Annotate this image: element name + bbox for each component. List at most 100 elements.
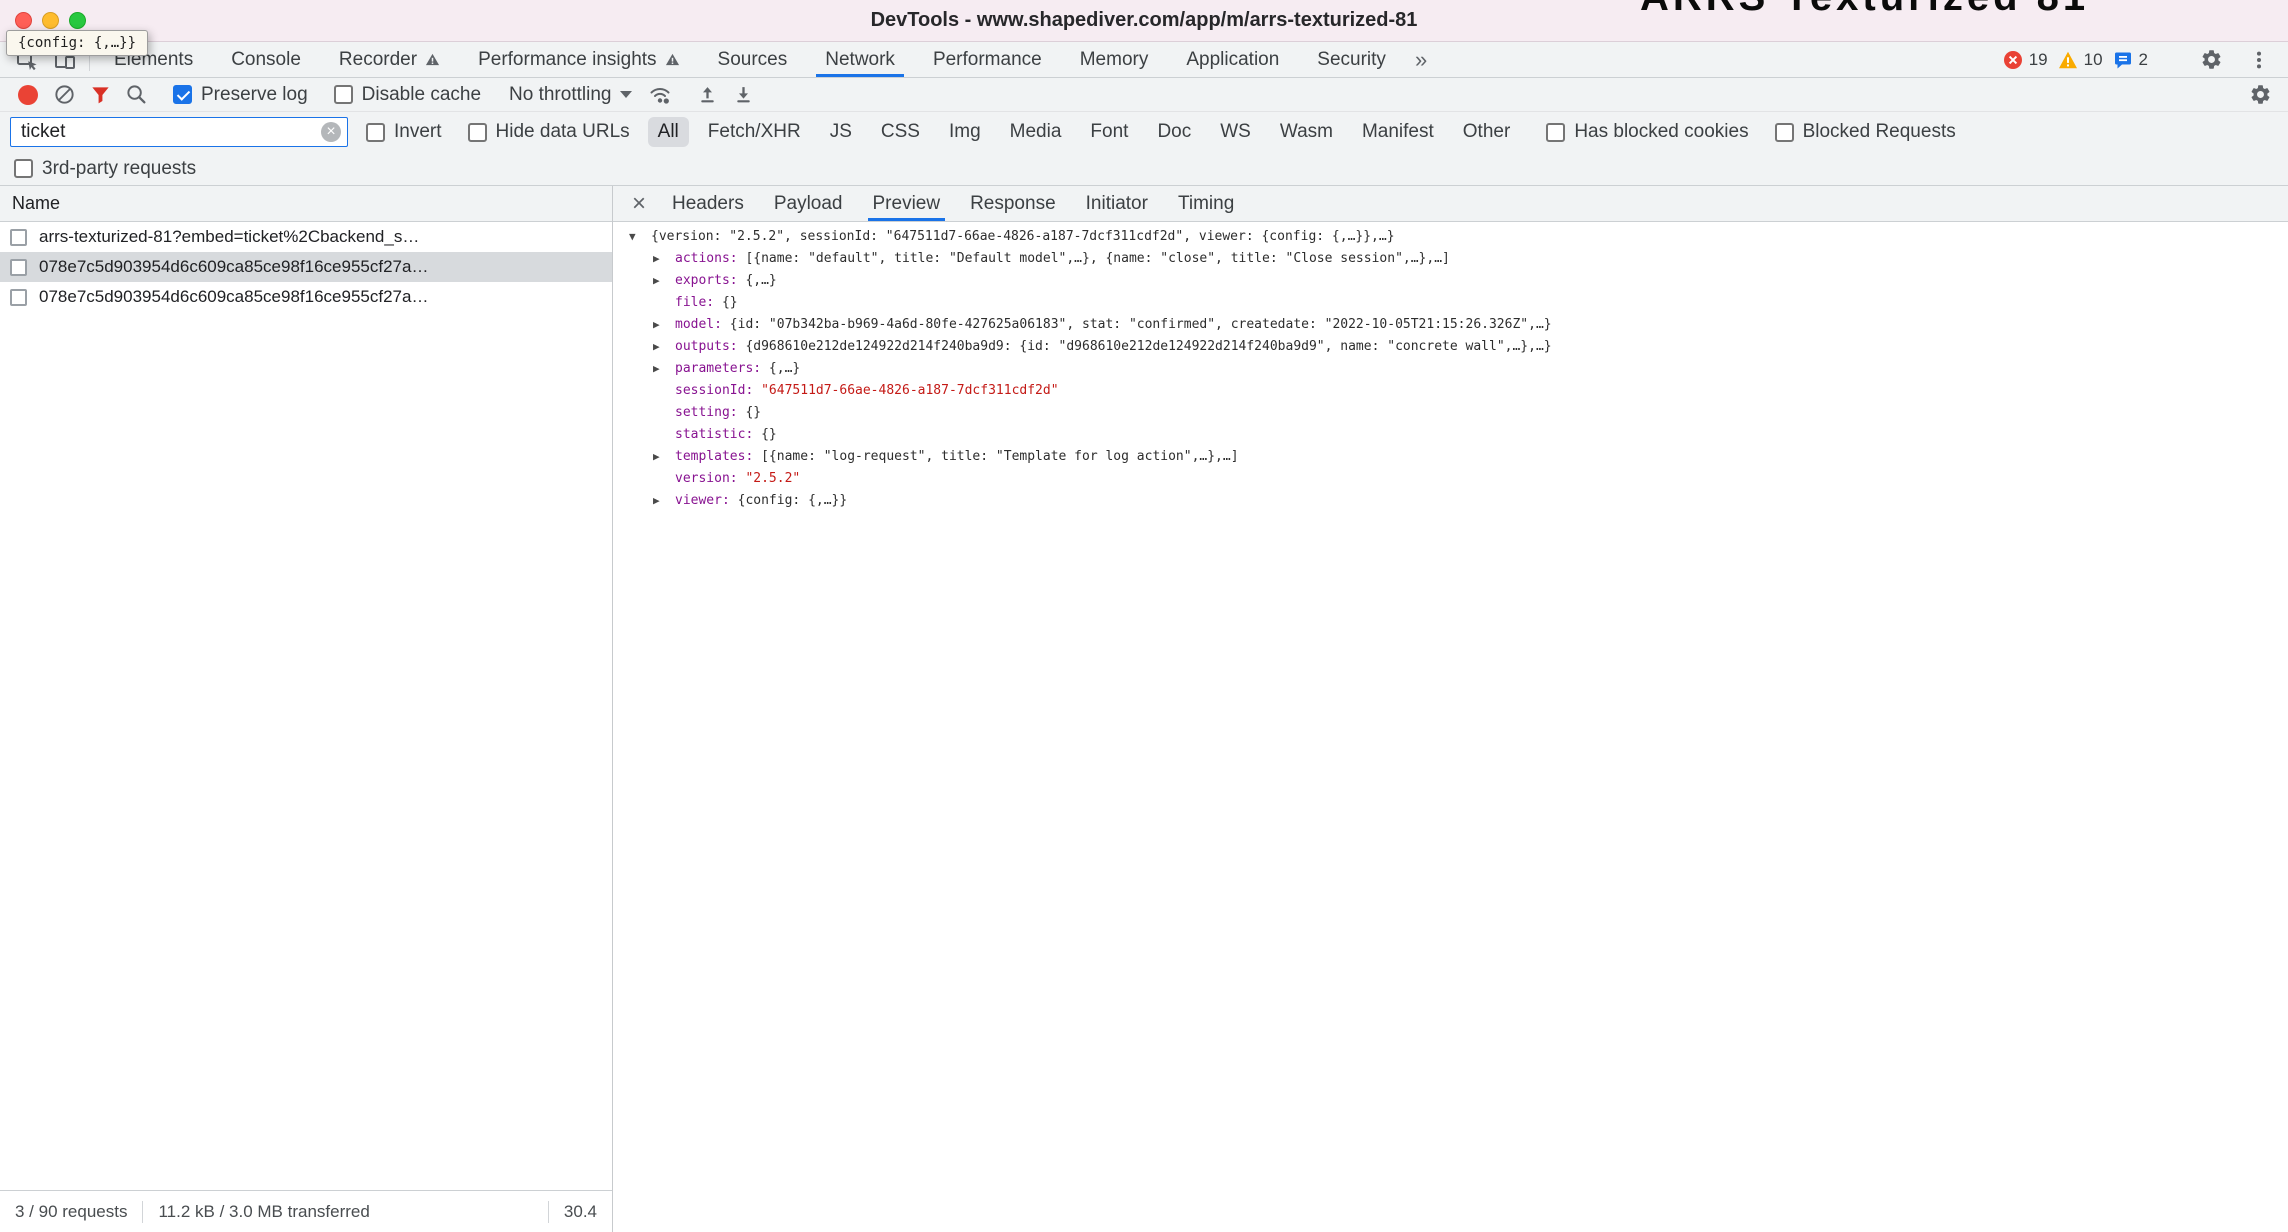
request-row[interactable]: arrs-texturized-81?embed=ticket%2Cbacken… [0,222,612,252]
network-conditions-button[interactable] [642,78,678,111]
experimental-feature-icon [665,52,680,67]
clear-filter-icon[interactable]: × [321,122,341,142]
filter-type-img[interactable]: Img [939,117,991,147]
request-row-selected[interactable]: 078e7c5d903954d6c609ca85ce98f16ce955cf27… [0,252,612,282]
checkbox-unchecked-icon [1546,123,1565,142]
preview-tree-line[interactable]: file: {} [613,292,2288,314]
preview-tree-line[interactable]: ▶parameters: {,…} [613,358,2288,380]
checkbox-unchecked-icon [14,159,33,178]
devtools-settings-button[interactable] [2192,48,2230,71]
disclosure-collapsed-icon[interactable]: ▶ [653,270,675,292]
close-detail-button[interactable]: × [621,186,657,221]
filter-type-ws[interactable]: WS [1210,117,1261,147]
filter-type-other[interactable]: Other [1453,117,1521,147]
minimize-window-button[interactable] [42,12,59,29]
filter-input[interactable] [10,117,348,147]
tab-memory[interactable]: Memory [1061,42,1168,77]
experimental-feature-icon [425,52,440,67]
json-value: [{name: "default", title: "Default model… [745,251,1449,266]
filter-type-wasm[interactable]: Wasm [1270,117,1343,147]
preview-tree-line[interactable]: ▶actions: [{name: "default", title: "Def… [613,248,2288,270]
filter-type-css[interactable]: CSS [871,117,930,147]
preview-tree-line[interactable]: statistic: {} [613,424,2288,446]
detail-tab-payload[interactable]: Payload [759,186,858,221]
tab-console[interactable]: Console [212,42,320,77]
preview-tree-root[interactable]: ▼{version: "2.5.2", sessionId: "647511d7… [613,226,2288,248]
request-type-icon [10,229,27,246]
zoom-window-button[interactable] [69,12,86,29]
preview-tree-line[interactable]: ▶exports: {,…} [613,270,2288,292]
json-key: exports: [675,273,738,288]
preview-tree-line[interactable]: version: "2.5.2" [613,468,2288,490]
close-window-button[interactable] [15,12,32,29]
disclosure-expanded-icon[interactable]: ▼ [629,226,651,248]
import-har-button[interactable] [689,78,725,111]
disclosure-collapsed-icon[interactable]: ▶ [653,358,675,380]
detail-tab-response[interactable]: Response [955,186,1071,221]
preview-tree-line[interactable]: ▶outputs: {d968610e212de124922d214f240ba… [613,336,2288,358]
tab-sources[interactable]: Sources [699,42,807,77]
name-column-header[interactable]: Name [0,186,612,222]
throttling-dropdown[interactable]: No throttling [499,84,642,106]
filter-type-manifest[interactable]: Manifest [1352,117,1444,147]
detail-tab-preview[interactable]: Preview [858,186,956,221]
preview-tree-line[interactable]: sessionId: "647511d7-66ae-4826-a187-7dcf… [613,380,2288,402]
disable-cache-checkbox[interactable]: Disable cache [334,84,481,106]
has-blocked-cookies-checkbox[interactable]: Has blocked cookies [1546,121,1748,143]
filter-type-js[interactable]: JS [820,117,862,147]
disclosure-collapsed-icon[interactable]: ▶ [653,490,675,512]
json-key: file: [675,295,714,310]
network-settings-button[interactable] [2242,78,2278,111]
json-value: {} [745,405,761,420]
tab-performance-insights[interactable]: Performance insights [459,42,698,77]
export-har-button[interactable] [725,78,761,111]
third-party-requests-checkbox[interactable]: 3rd-party requests [14,158,196,180]
filter-type-font[interactable]: Font [1080,117,1138,147]
devtools-menu-button[interactable] [2240,49,2278,71]
disclosure-collapsed-icon[interactable]: ▶ [653,248,675,270]
tab-recorder[interactable]: Recorder [320,42,459,77]
tab-network[interactable]: Network [806,42,914,77]
preserve-log-checkbox[interactable]: Preserve log [173,84,308,106]
disclosure-collapsed-icon[interactable]: ▶ [653,314,675,336]
blocked-requests-checkbox[interactable]: Blocked Requests [1775,121,1956,143]
hide-data-urls-checkbox[interactable]: Hide data URLs [468,121,630,143]
json-key: actions: [675,251,738,266]
json-key: templates: [675,449,753,464]
tab-performance[interactable]: Performance [914,42,1061,77]
preview-tree-line[interactable]: ▶viewer: {config: {,…}} [613,490,2288,512]
filter-type-media[interactable]: Media [1000,117,1072,147]
window-title: DevTools - www.shapediver.com/app/m/arrs… [871,9,1418,32]
invert-checkbox[interactable]: Invert [366,121,442,143]
kebab-menu-icon [2248,49,2270,71]
disclosure-collapsed-icon[interactable]: ▶ [653,446,675,468]
tab-application[interactable]: Application [1167,42,1298,77]
title-bar: DevTools - www.shapediver.com/app/m/arrs… [0,0,2288,42]
checkbox-unchecked-icon [1775,123,1794,142]
issues-count-badge[interactable]: 2 [2113,50,2148,70]
checkbox-unchecked-icon [334,85,353,104]
request-row[interactable]: 078e7c5d903954d6c609ca85ce98f16ce955cf27… [0,282,612,312]
filter-type-fetch-xhr[interactable]: Fetch/XHR [698,117,811,147]
filter-type-all[interactable]: All [648,117,689,147]
more-tabs-button[interactable]: » [1405,42,1437,77]
clear-network-log-button[interactable] [46,78,82,111]
filter-button[interactable] [82,78,118,111]
tab-security[interactable]: Security [1298,42,1405,77]
detail-tab-timing[interactable]: Timing [1163,186,1249,221]
preview-tree-line[interactable]: setting: {} [613,402,2288,424]
warning-count-badge[interactable]: 10 [2058,50,2103,70]
detail-tab-initiator[interactable]: Initiator [1071,186,1163,221]
checkbox-unchecked-icon [366,123,385,142]
json-preview-tree: ▼{version: "2.5.2", sessionId: "647511d7… [613,222,2288,512]
preview-tree-line[interactable]: ▶templates: [{name: "log-request", title… [613,446,2288,468]
filter-type-doc[interactable]: Doc [1147,117,1201,147]
disclosure-collapsed-icon[interactable]: ▶ [653,336,675,358]
detail-tab-headers[interactable]: Headers [657,186,759,221]
error-count-badge[interactable]: 19 [2003,50,2048,70]
record-network-log-button[interactable] [10,78,46,111]
json-key: version: [675,471,738,486]
search-button[interactable] [118,78,154,111]
preview-tree-line[interactable]: ▶model: {id: "07b342ba-b969-4a6d-80fe-42… [613,314,2288,336]
json-value: {id: "07b342ba-b969-4a6d-80fe-427625a061… [730,317,1552,332]
